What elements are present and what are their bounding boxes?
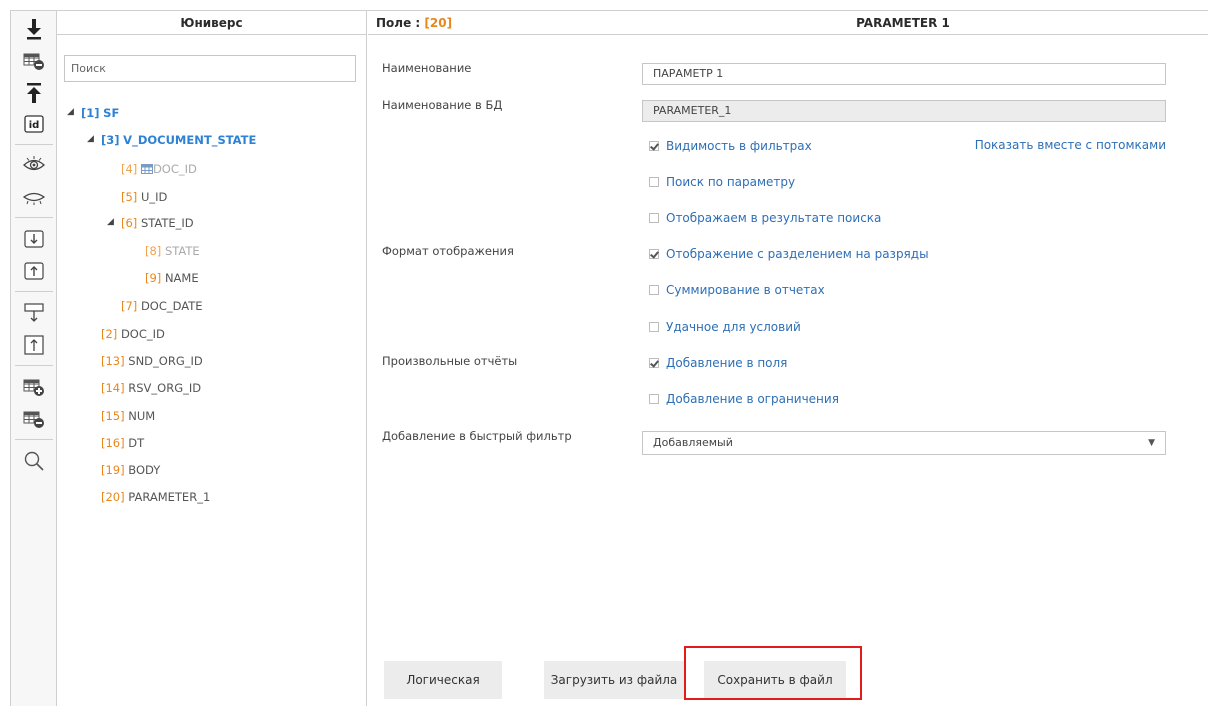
checkbox-box	[649, 358, 659, 368]
app-frame: id Юниверс Поиск ◢ [1] SF ◢ [3] V_DOCUME…	[10, 10, 1208, 706]
panel-down-icon[interactable]	[17, 299, 50, 327]
tree-node-rsv-org-id[interactable]: [14] RSV_ORG_ID	[101, 378, 201, 398]
table-remove-icon-2[interactable]	[17, 405, 50, 433]
name-input[interactable]: ПАРАМЕТР 1	[642, 63, 1166, 85]
tree-node-body[interactable]: [19] BODY	[101, 460, 160, 480]
checkbox-show-in-results[interactable]: Отображаем в результате поиска	[649, 209, 881, 227]
field-panel: Поле : [20] PARAMETER 1 Наименование ПАР…	[368, 11, 1208, 706]
checkbox-box	[649, 322, 659, 332]
tree-node-snd-org-id[interactable]: [13] SND_ORG_ID	[101, 351, 203, 371]
dropdown-caret-icon: ▼	[1148, 438, 1155, 448]
db-name-input: PARAMETER_1	[642, 100, 1166, 122]
search-icon[interactable]	[17, 447, 50, 475]
checkbox-box	[649, 177, 659, 187]
checkbox-filter-visibility[interactable]: Видимость в фильтрах	[649, 137, 812, 155]
db-name-label: Наименование в БД	[382, 98, 503, 112]
checkbox-good-for-conditions[interactable]: Удачное для условий	[649, 318, 801, 336]
checkbox-box	[649, 213, 659, 223]
tree-node-sf[interactable]: [1] SF	[81, 103, 119, 123]
tree-node-state[interactable]: [8] STATE	[145, 241, 200, 261]
table-remove-icon[interactable]	[17, 47, 50, 75]
logical-button[interactable]: Логическая	[384, 661, 502, 699]
tree-node-v-document-state[interactable]: [3] V_DOCUMENT_STATE	[101, 130, 256, 150]
save-to-file-button[interactable]: Сохранить в файл	[704, 661, 846, 699]
checkbox-sum-in-reports[interactable]: Суммирование в отчетах	[649, 281, 825, 299]
tree-node-dt[interactable]: [16] DT	[101, 433, 144, 453]
quick-filter-label: Добавление в быстрый фильтр	[382, 429, 572, 443]
field-label: Поле :	[376, 15, 421, 30]
id-icon[interactable]: id	[17, 110, 50, 138]
tree-node-doc-date[interactable]: [7] DOC_DATE	[121, 296, 203, 316]
tree-node-parameter-1[interactable]: [20] PARAMETER_1	[101, 487, 210, 507]
field-header: Поле : [20] PARAMETER 1	[368, 11, 1208, 35]
eye-icon[interactable]	[17, 151, 50, 179]
checkbox-box	[649, 394, 659, 404]
tree-node-doc-id-key[interactable]: [4] DOC_ID	[121, 159, 197, 179]
checkbox-add-to-restrictions[interactable]: Добавление в ограничения	[649, 390, 839, 408]
field-title: PARAMETER 1	[856, 16, 950, 30]
tree-node-name[interactable]: [9] NAME	[145, 268, 199, 288]
display-format-label: Формат отображения	[382, 244, 514, 258]
upload-icon[interactable]	[17, 79, 50, 107]
table-add-icon[interactable]	[17, 373, 50, 401]
quick-filter-select[interactable]: Добавляемый ▼	[642, 431, 1166, 455]
checkbox-box	[649, 141, 659, 151]
svg-text:id: id	[28, 120, 39, 131]
collapse-triangle-icon[interactable]: ◢	[107, 217, 114, 227]
checkbox-box	[649, 285, 659, 295]
checkbox-digit-grouping[interactable]: Отображение с разделением на разряды	[649, 245, 929, 263]
custom-reports-label: Произвольные отчёты	[382, 354, 518, 368]
universe-title: Юниверс	[57, 11, 366, 35]
checkbox-box	[649, 249, 659, 259]
field-num-close: ]	[446, 15, 453, 30]
panel-up-icon[interactable]	[17, 331, 50, 359]
field-number: 20	[429, 15, 447, 30]
search-input[interactable]	[64, 55, 356, 82]
download-icon[interactable]	[17, 15, 50, 43]
table-key-icon	[140, 164, 153, 174]
collapse-triangle-icon[interactable]: ◢	[67, 107, 74, 117]
tree-node-u-id[interactable]: [5] U_ID	[121, 187, 167, 207]
show-with-children-link[interactable]: Показать вместе с потомками	[975, 138, 1166, 152]
collapse-triangle-icon[interactable]: ◢	[87, 134, 94, 144]
toolbar: id	[10, 11, 57, 706]
tree-node-state-id[interactable]: [6] STATE_ID	[121, 213, 194, 233]
name-label: Наименование	[382, 61, 472, 75]
load-from-file-button[interactable]: Загрузить из файла	[544, 661, 684, 699]
universe-panel: Юниверс ◢ [1] SF ◢ [3] V_DOCUMENT_STATE …	[57, 11, 367, 706]
checkbox-search-by-parameter[interactable]: Поиск по параметру	[649, 173, 795, 191]
eye-closed-icon[interactable]	[17, 183, 50, 211]
book-upload-icon[interactable]	[17, 257, 50, 285]
checkbox-add-to-fields[interactable]: Добавление в поля	[649, 354, 787, 372]
book-download-icon[interactable]	[17, 225, 50, 253]
tree-node-num[interactable]: [15] NUM	[101, 406, 155, 426]
tree-node-doc-id[interactable]: [2] DOC_ID	[101, 324, 165, 344]
